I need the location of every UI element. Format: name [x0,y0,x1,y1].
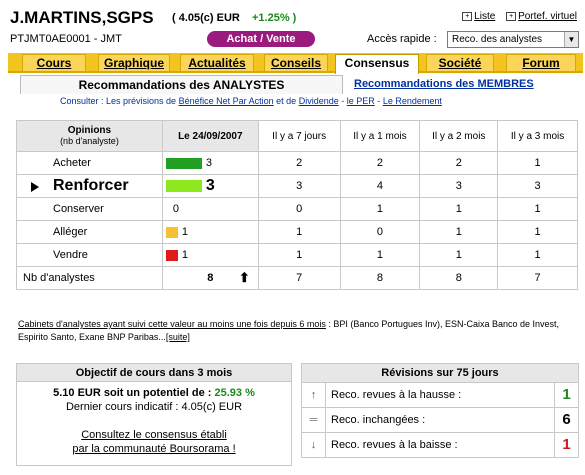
table-row: Conserver 0 0 1 1 1 [16,197,578,221]
current-opinion-arrow-icon [31,182,39,192]
dernier-cours: Dernier cours indicatif : 4.05(c) EUR [65,401,243,413]
acces-rapide-label: Accès rapide : [367,33,437,45]
baisse-count: 1 [554,431,579,459]
revisions-title: Révisions sur 75 jours [301,363,579,383]
table-row: Acheter 3 2 2 2 1 [16,151,578,175]
tab-consensus[interactable]: Consensus [335,54,419,74]
suite-link[interactable]: [suite] [166,332,190,342]
acces-rapide-value: Reco. des analystes [452,34,543,45]
stock-price: ( 4.05(c) EUR [172,12,240,24]
consensus-link-2[interactable]: par la communauté Boursorama ! [72,443,235,455]
objectif-box: Objectif de cours dans 3 mois 5.10 EUR s… [16,363,292,466]
bar-alleger [165,226,178,238]
table-row: Alléger 1 1 0 1 1 [16,220,578,244]
equal-icon: ═ [301,406,326,433]
col-opinions: Opinions (nb d'analyste) [16,120,163,152]
opinion-label: Conserver [16,197,163,221]
col-2-mois: Il y a 2 mois [419,120,499,152]
bar-acheter [165,157,202,169]
list-icon: + [462,11,473,21]
col-3-mois: Il y a 3 mois [497,120,578,152]
potentiel-value: 25.93 % [214,387,255,399]
bna-link[interactable]: Bénéfice Net Par Action [179,96,274,106]
bar-renforcer [165,179,202,192]
bar-vendre [165,249,178,261]
tab-actualites[interactable]: Actualités [180,54,254,71]
tab-graphique[interactable]: Graphique [98,54,170,71]
table-row-selected: Renforcer 3 3 4 3 3 [16,174,578,198]
col-date: Le 24/09/2007 [161,120,259,152]
opinion-label: Alléger [16,220,163,244]
opinion-label-selected: Renforcer [16,174,163,198]
acces-rapide-select[interactable]: Reco. des analystes ▼ [447,31,579,48]
liste-link[interactable]: + Liste [462,11,495,22]
isin-code: PTJMT0AE0001 - JMT [10,33,122,45]
opinion-label: Acheter [16,151,163,175]
portfolio-icon: + [506,11,517,21]
objectif-title: Objectif de cours dans 3 mois [17,364,291,382]
cabinets-text: Cabinets d'analystes ayant suivi cette v… [18,319,560,342]
consult-line: Consulter : Les prévisions de Bénéfice N… [60,96,442,106]
col-1-mois: Il y a 1 mois [339,120,421,152]
main-tabs: Cours Graphique Actualités Conseils Cons… [8,53,583,74]
stock-name: J.MARTINS,SGPS [10,8,154,27]
table-header-row: Opinions (nb d'analyste) Le 24/09/2007 Il… [16,120,578,152]
per-link[interactable]: le PER [347,96,375,106]
consensus-link-1[interactable]: Consultez le consensus établi [81,429,227,441]
tab-societe[interactable]: Société [426,54,494,71]
table-row: Vendre 1 1 1 1 1 [16,243,578,267]
portef-link[interactable]: + Portef. virtuel [506,11,577,22]
opinion-label: Vendre [16,243,163,267]
dividende-link[interactable]: Dividende [299,96,339,106]
stock-change: +1.25% ) [252,12,297,24]
nb-analystes-row: Nb d'analystes 8 ⬆ 7 8 8 7 [16,266,578,290]
cabinets-link[interactable]: Cabinets d'analystes ayant suivi cette v… [18,319,326,329]
achat-vente-button[interactable]: Achat / Vente [207,31,315,47]
revisions-box: Révisions sur 75 jours ↑ Reco. revues à … [301,363,579,459]
tab-conseils[interactable]: Conseils [264,54,328,71]
hausse-count: 1 [554,381,579,408]
opinions-table: Opinions (nb d'analyste) Le 24/09/2007 Il… [16,120,578,290]
tab-cours[interactable]: Cours [22,54,86,71]
tab-forum[interactable]: Forum [506,54,576,71]
top-links: + Liste + Portef. virtuel [454,11,577,22]
nb-analystes-label: Nb d'analystes [16,266,163,290]
arrow-up-icon: ⬆ [238,270,250,285]
col-7-jours: Il y a 7 jours [257,120,341,152]
subtab-analystes[interactable]: Recommandations des ANALYSTES [20,75,343,94]
rendement-link[interactable]: Le Rendement [383,96,442,106]
arrow-down-red-icon: ↓ [301,431,326,459]
arrow-up-green-icon: ↑ [301,381,326,408]
header: J.MARTINS,SGPS ( 4.05(c) EUR +1.25% ) PT… [0,0,585,50]
subtab-membres[interactable]: Recommandations des MEMBRES [354,78,534,90]
inchangees-count: 6 [554,406,579,433]
chevron-down-icon[interactable]: ▼ [564,32,578,47]
